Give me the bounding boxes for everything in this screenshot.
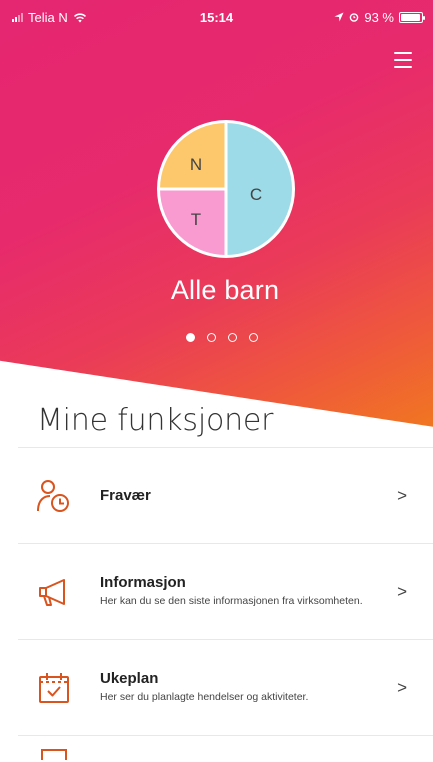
hero-title: Alle barn — [170, 275, 280, 305]
feature-item-partial[interactable] — [18, 736, 433, 762]
feature-text: Informasjon Her kan du se den siste info… — [100, 574, 383, 608]
wifi-icon — [73, 12, 86, 22]
location-icon — [334, 12, 344, 22]
feature-subtitle: Her ser du planlagte hendelser og aktivi… — [100, 691, 309, 704]
feature-item-informasjon[interactable]: Informasjon Her kan du se den siste info… — [18, 544, 433, 640]
status-left: Telia N — [12, 10, 87, 25]
battery-fill — [401, 13, 420, 21]
alarm-icon — [350, 13, 359, 22]
megaphone-icon — [39, 578, 65, 606]
battery-icon — [399, 11, 425, 23]
status-right: 93 % — [334, 9, 425, 25]
page-indicator[interactable] — [186, 333, 258, 342]
feature-item-fravaer[interactable]: Fravær > — [18, 448, 433, 544]
feature-subtitle: Her kan du se den siste informasjonen fr… — [100, 595, 363, 608]
status-bar: Telia N 15:14 93 % — [0, 0, 433, 34]
pie-label-c: C — [250, 185, 262, 204]
calendar-check-icon — [39, 672, 69, 703]
partial-icon — [41, 749, 67, 760]
children-pie-chart[interactable]: N C T — [155, 118, 297, 260]
app-screen: Telia N 15:14 93 % N C T Alle barn Mine … — [0, 0, 433, 762]
chevron-right-icon: > — [397, 581, 407, 601]
battery-percent: 93 % — [364, 9, 394, 25]
page-dot-2[interactable] — [207, 333, 216, 342]
chevron-right-icon: > — [397, 677, 407, 697]
pie-label-n: N — [190, 155, 202, 174]
page-dot-3[interactable] — [228, 333, 237, 342]
feature-item-ukeplan[interactable]: Ukeplan Her ser du planlagte hendelser o… — [18, 640, 433, 736]
page-dot-1[interactable] — [186, 333, 195, 342]
feature-list: Fravær > Informasjon Her kan du se den s… — [0, 448, 433, 762]
section-title: Mine funksjoner — [37, 403, 274, 438]
hamburger-menu-icon[interactable] — [394, 52, 418, 70]
feature-text: Ukeplan Her ser du planlagte hendelser o… — [100, 670, 383, 704]
carrier-label: Telia N — [28, 9, 68, 25]
pie-label-t: T — [191, 210, 201, 229]
feature-title: Fravær — [100, 487, 151, 504]
person-clock-icon — [37, 479, 69, 512]
feature-title: Informasjon — [100, 574, 186, 592]
feature-text: Fravær — [100, 487, 383, 504]
feature-title: Ukeplan — [100, 670, 159, 688]
chevron-right-icon: > — [397, 485, 407, 505]
clock: 15:14 — [199, 9, 234, 25]
signal-icon — [12, 12, 23, 22]
page-dot-4[interactable] — [249, 333, 258, 342]
